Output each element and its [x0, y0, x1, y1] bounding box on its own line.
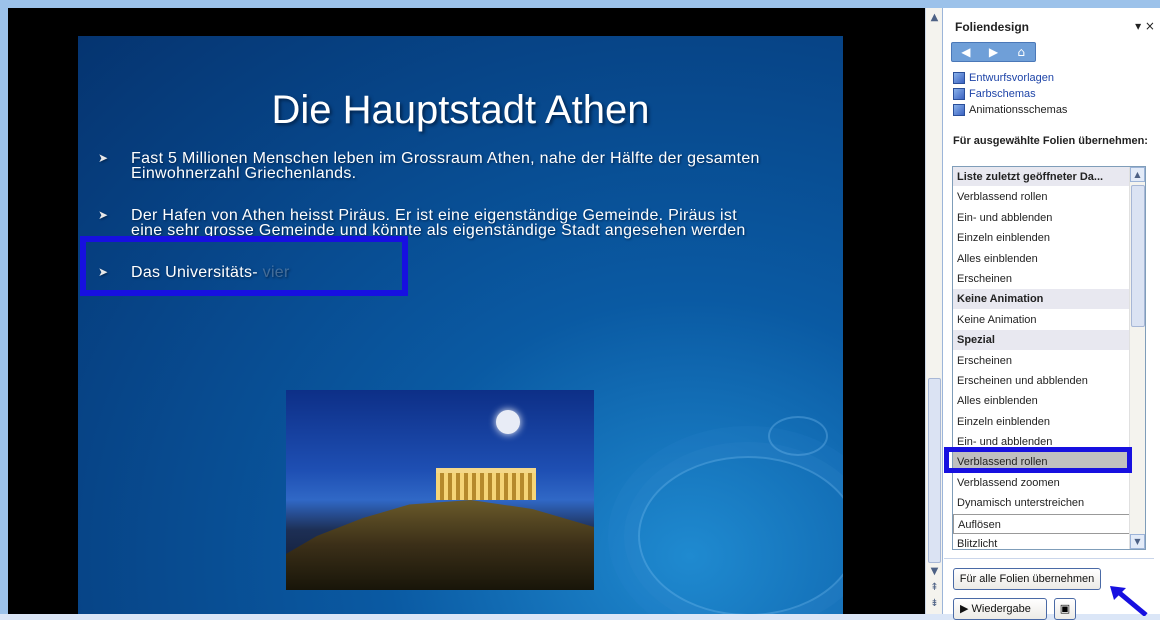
moon-shape — [496, 410, 520, 434]
section-label: Für ausgewählte Folien übernehmen: — [953, 135, 1148, 147]
slideshow-button[interactable]: ▣ — [1054, 598, 1076, 620]
link-farbschemas-label: Farbschemas — [969, 88, 1036, 100]
list-scrollbar[interactable]: ▲ ▼ — [1129, 167, 1145, 549]
list-item[interactable]: Erscheinen — [953, 269, 1131, 290]
list-group-header[interactable]: Keine Animation — [953, 289, 1131, 310]
list-item[interactable]: Verblassend zoomen — [953, 473, 1131, 494]
slide-scrollbar[interactable]: ▲ ▼ ⇞ ⇟ — [925, 8, 942, 614]
home-icon[interactable]: ⌂ — [1011, 45, 1031, 59]
color-scheme-icon — [953, 88, 965, 100]
list-item[interactable]: Einzeln einblenden — [953, 412, 1131, 433]
bullet-arrow-icon: ➤ — [98, 208, 109, 222]
parthenon-shape — [436, 468, 536, 500]
slide-title[interactable]: Die Hauptstadt Athen — [78, 88, 843, 133]
forward-icon[interactable]: ▶ — [983, 45, 1003, 59]
list-item[interactable]: Erscheinen und abblenden — [953, 371, 1131, 392]
previous-slide-icon[interactable]: ⇞ — [927, 580, 942, 595]
animation-schemes-list[interactable]: Liste zuletzt geöffneter Da... Verblassen… — [952, 166, 1146, 550]
water-ripple-decoration — [638, 456, 843, 614]
window-frame-left — [0, 0, 8, 614]
bullet-2-line-1: Der Hafen von Athen heisst Piräus. Er is… — [131, 207, 737, 224]
scroll-up-icon[interactable]: ▲ — [927, 10, 942, 25]
water-ripple-decoration-small — [768, 416, 828, 456]
task-pane-navbar: ◀ ▶ ⌂ — [951, 42, 1036, 62]
list-scroll-down-icon[interactable]: ▼ — [1130, 534, 1145, 549]
template-icon — [953, 72, 965, 84]
list-scroll-up-icon[interactable]: ▲ — [1130, 167, 1145, 182]
list-item[interactable]: Alles einblenden — [953, 391, 1131, 412]
next-slide-icon[interactable]: ⇟ — [927, 596, 942, 611]
hill-shape — [286, 500, 594, 590]
scroll-down-icon[interactable]: ▼ — [927, 564, 942, 579]
list-scroll-thumb[interactable] — [1131, 185, 1145, 327]
window-frame-top — [0, 0, 1160, 8]
task-pane-title[interactable]: Foliendesign — [955, 20, 1029, 34]
task-pane-close-icon[interactable]: ▾ × — [1135, 19, 1155, 33]
slideshow-icon: ▣ — [1059, 602, 1071, 615]
list-item[interactable]: Keine Animation — [953, 310, 1131, 331]
pointer-arrow-icon — [1110, 586, 1148, 616]
list-item[interactable]: Auflösen — [953, 513, 1131, 535]
list-group-header[interactable]: Spezial — [953, 330, 1131, 351]
acropolis-photo[interactable] — [286, 390, 594, 590]
play-icon: ▶ — [960, 603, 969, 615]
bullet-1-line-1: Fast 5 Millionen Menschen leben im Gross… — [131, 150, 760, 167]
play-button-label: Wiedergabe — [971, 603, 1031, 615]
list-item[interactable]: Dynamisch unterstreichen — [953, 493, 1131, 514]
link-entwurfsvorlagen-label: Entwurfsvorlagen — [969, 72, 1054, 84]
highlight-annotation-box-list — [944, 447, 1132, 473]
animation-scheme-icon — [953, 104, 965, 116]
task-pane-links: Entwurfsvorlagen Farbschemas Animationss… — [953, 70, 1067, 118]
slide-editing-area[interactable]: Die Hauptstadt Athen ➤ Fast 5 Millionen … — [8, 8, 925, 614]
bullet-1-line-2: Einwohnerzahl Griechenlands. — [131, 165, 357, 182]
link-animationsschemas-label: Animationsschemas — [969, 104, 1068, 116]
link-farbschemas[interactable]: Farbschemas — [953, 86, 1067, 102]
bullet-arrow-icon: ➤ — [98, 151, 109, 165]
list-item[interactable]: Blitzlicht — [953, 534, 1131, 549]
task-pane-header: Foliendesign ▾ × — [943, 19, 1160, 40]
link-entwurfsvorlagen[interactable]: Entwurfsvorlagen — [953, 70, 1067, 86]
link-animationsschemas[interactable]: Animationsschemas — [953, 102, 1067, 118]
slide[interactable]: Die Hauptstadt Athen ➤ Fast 5 Millionen … — [78, 36, 843, 614]
list-item[interactable]: Alles einblenden — [953, 249, 1131, 269]
back-icon[interactable]: ◀ — [956, 45, 976, 59]
list-item[interactable]: Ein- und abblenden — [953, 208, 1131, 229]
play-button[interactable]: ▶ Wiedergabe — [953, 598, 1047, 620]
highlight-annotation-box — [80, 236, 408, 296]
scroll-thumb[interactable] — [928, 378, 941, 563]
list-group-header[interactable]: Liste zuletzt geöffneter Da... — [953, 167, 1131, 188]
list-item[interactable]: Verblassend rollen — [953, 187, 1131, 208]
list-item[interactable]: Einzeln einblenden — [953, 228, 1131, 249]
list-item[interactable]: Erscheinen — [953, 351, 1131, 371]
apply-all-slides-button[interactable]: Für alle Folien übernehmen — [953, 568, 1101, 590]
divider — [944, 558, 1154, 559]
